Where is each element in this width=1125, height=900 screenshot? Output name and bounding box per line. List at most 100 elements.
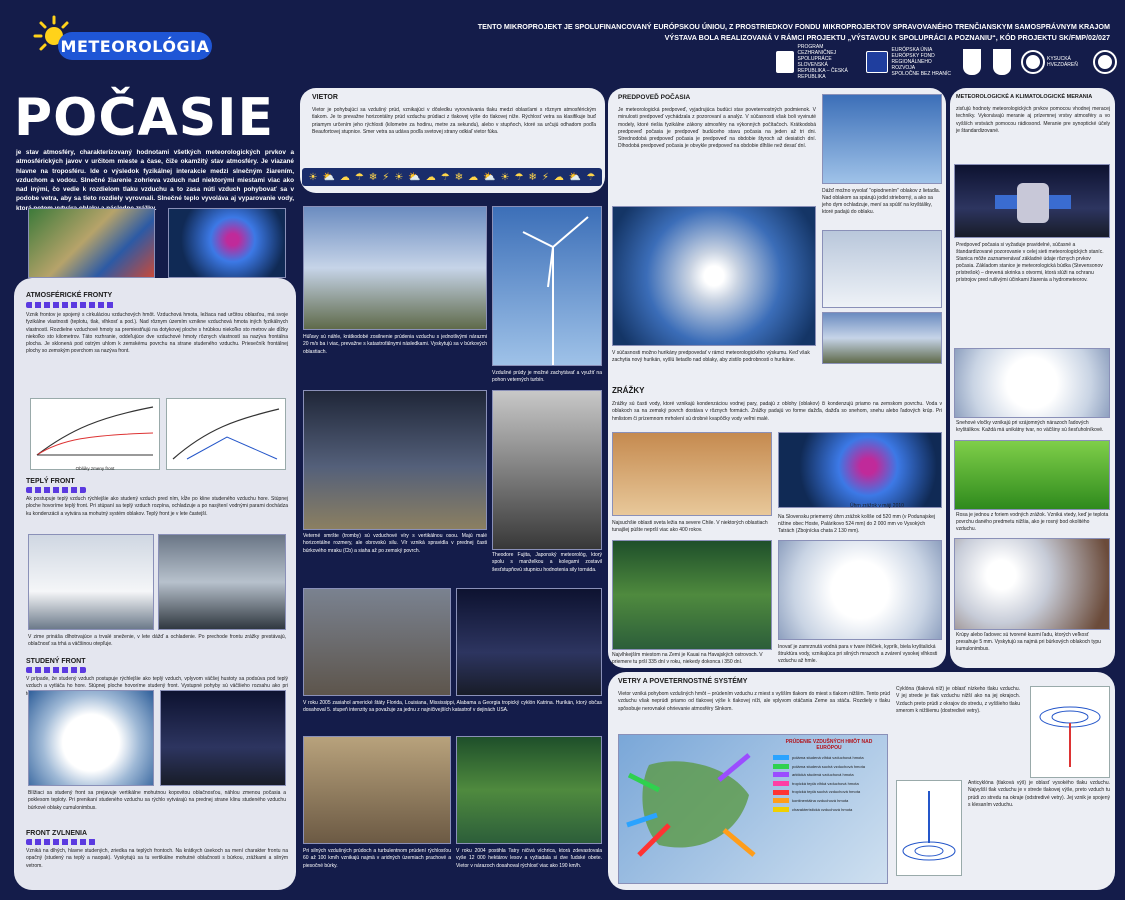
airplane-cloud-seeding-photo (822, 94, 942, 184)
legend-item: polárna studená vlhká vzduchová hmota (773, 755, 885, 761)
dust-caption-text: Pri silných vzdušných prúdoch a turbulen… (303, 848, 451, 869)
air-mass-map-title: PRÚDENIE VZDUŠNÝCH HMÔT NAD EURÓPOU (785, 739, 873, 751)
legend-arrow-icon (773, 772, 789, 778)
intro-text: je stav atmosféry, charakterizovaný hodn… (16, 149, 294, 212)
cyclone-section: Cyklóna (tlaková níž) je oblasť nízkeho … (896, 686, 1020, 715)
observatory-label: KYSUCKÁ HVEZDÁREŇ (1047, 56, 1078, 68)
legend-label: polárna studená vlhká vzduchová hmota (792, 755, 864, 760)
weather-satellite-photo (954, 164, 1110, 238)
crest-icon (993, 49, 1011, 75)
weather-icon: ☂ (440, 171, 450, 183)
occlusion-diagram (166, 398, 286, 470)
anticyclone-diagram (896, 780, 962, 876)
storm-cloud-photo (456, 588, 602, 696)
warm-front-section: TEPLÝ FRONT Ak postupuje teplý vzduch rý… (26, 478, 288, 518)
legend-arrow-icon (773, 798, 789, 804)
forecast-text: Je meteorologická predpoveď, vyjadrujúca… (618, 107, 816, 150)
hail-caption: Krúpy alebo ľadovec sú tvorené kusmi ľad… (956, 632, 1110, 653)
funding-line-2: VÝSTAVA BOLA REALIZOVANÁ V RÁMCI PROJEKT… (664, 33, 1110, 43)
cold-front-caption-text: Blížiaci sa studený front sa prejavuje v… (28, 790, 286, 811)
fujita-caption-text: Theodore Fujita, Japonský meteorológ, kt… (492, 552, 602, 573)
cumulonimbus-photo (28, 690, 154, 786)
weather-icon: ☂ (586, 171, 596, 183)
legend-arrow-icon (773, 806, 789, 812)
cold-front-caption: Blížiaci sa studený front sa prejavuje v… (28, 790, 286, 812)
forecast-section: PREDPOVEĎ POČASIA Je meteorologická pred… (618, 94, 816, 151)
partner-logos: PROGRAM CEZHRANIČNEJ SPOLUPRÁCE SLOVENSK… (740, 44, 1115, 80)
warm-front-text: Ak postupuje teplý vzduch rýchlejšie ako… (26, 496, 288, 517)
occlusion-heading: FRONT ZVLNENIA (26, 830, 88, 837)
cyclone-text: Cyklóna (tlaková níž) je oblasť nízkeho … (896, 686, 1020, 714)
snowflake-caption: Snehové vločky vznikajú pri vzájomných n… (956, 420, 1110, 434)
precipitation-section: ZRÁŽKY Zrážky sú časti vody, ktoré vznik… (612, 386, 942, 423)
europe-air-masses-map: PRÚDENIE VZDUŠNÝCH HMÔT NAD EURÓPOU polá… (618, 734, 888, 884)
occlusion-section: FRONT ZVLNENIA Vzniká na dlhých, hlavne … (26, 830, 288, 870)
snowflake-crystals-photo (954, 348, 1110, 418)
slovakia-rain-caption-text: Na Slovensku priemerný úhrn zrážok kolíš… (778, 514, 936, 534)
observatory-icon (1023, 52, 1043, 72)
hurricane-satellite-photo (612, 206, 816, 346)
precipitation-map-caption: Úhrn zrážok v máji 2010 (850, 503, 940, 510)
fronts-text: Vznik frontov je spojený s cirkuláciou v… (26, 312, 288, 355)
dew-caption: Rosa je jednou z foriem vodných zrážok. … (956, 512, 1110, 533)
legend-item: kontinentálna vzduchová hmota (773, 798, 885, 804)
weather-icon: ⚡ (541, 171, 549, 183)
heading-divider (26, 302, 116, 308)
anticyclone-text: Anticyklóna (tlaková výš) je oblasť vyso… (968, 780, 1110, 808)
station-caption-text: Predpoveď počasia si vyžaduje pravidelné… (956, 242, 1104, 283)
weather-icon: ☁ (468, 171, 479, 183)
tornado-caption: Veterné smršte (tromby) sú vzduchové vír… (303, 533, 487, 555)
wind-turbine-photo (492, 206, 602, 366)
precipitation-heading: ZRÁŽKY (612, 386, 645, 395)
weather-icon: ⚡ (382, 171, 390, 183)
weather-icon: ⛅ (408, 171, 421, 183)
cloud-seeding-caption: Dážď možno vyvolať "opiodnením" oblakov … (822, 188, 942, 216)
lightning-photo (160, 690, 286, 786)
dust-caption: Pri silných vzdušných prúdoch a turbulen… (303, 848, 451, 870)
squall-caption-text: Húľavy sú náhle, krátkodobé zosilnenie p… (303, 334, 487, 355)
weather-icon: ☀ (308, 171, 318, 183)
satellite-map-image (168, 208, 286, 278)
legend-label: tropická teplá suchá vzduchová hmota (792, 789, 861, 795)
funding-notice: TENTO MIKROPROJEKT JE SPOLUFINANCOVANÝ E… (430, 21, 1110, 43)
front-diagram-label: Oblúky zmeny front (75, 466, 115, 471)
systems-text: Vietor vzniká pohybom vzdušných hmôt – p… (618, 691, 890, 712)
legend-label: tropická teplá vlhká vzduchová hmota (792, 780, 859, 786)
measurements-text: zisťujú hodnoty meteorologických prvkov … (956, 106, 1110, 134)
weather-icon: ☁ (425, 171, 436, 183)
air-mass-legend-list: polárna studená vlhká vzduchová hmota po… (773, 755, 885, 812)
storm-sky-photo (303, 206, 487, 330)
precipitation-text: Zrážky sú časti vody, ktoré vznikajú kon… (612, 401, 942, 422)
cold-front-heading: STUDENÝ FRONT (26, 658, 86, 665)
page-title: POČASIE (14, 88, 275, 148)
precipitation-map (778, 432, 942, 508)
legend-item: arktická studená vzduchová hmota (773, 772, 885, 778)
dew-photo (954, 440, 1110, 510)
wind-text: Vietor je pohybujúci sa vzdušný prúd, vz… (312, 107, 596, 135)
site-logo: METEOROLÓGIA (58, 32, 212, 60)
systems-section: VETRY A POVETERNOSTNÉ SYSTÉMY Vietor vzn… (618, 678, 890, 713)
desert-caption: Najsuchšie oblasti sveta ležia na severe… (612, 520, 772, 534)
legend-arrow-icon (773, 755, 789, 761)
measurements-heading: METEOROLOGICKÉ A KLIMATOLOGICKÉ MERANIA (956, 94, 1093, 100)
heading-divider (26, 667, 86, 673)
fronts-section: ATMOSFÉRICKÉ FRONTY Vznik frontov je spo… (26, 292, 288, 356)
systems-heading: VETRY A POVETERNOSTNÉ SYSTÉMY (618, 678, 748, 685)
weather-icon: ⛅ (568, 171, 582, 183)
legend-arrow-icon (773, 789, 789, 795)
kauai-photo (612, 540, 772, 650)
kauai-caption: Najvlhkejším miestom na Zemi je Kauai na… (612, 652, 772, 666)
weather-icon: ☂ (354, 171, 364, 183)
legend-arrow-icon (773, 781, 789, 787)
hurricane-damage-photo (303, 588, 451, 696)
warm-front-heading: TEPLÝ FRONT (26, 478, 75, 485)
weather-icon: ⛅ (322, 171, 335, 183)
wind-heading: VIETOR (312, 94, 338, 101)
tatra-caption: V roku 2004 postihla Tatry ničivá víchri… (456, 848, 602, 870)
wind-section: VIETOR Vietor je pohybujúci sa vzdušný p… (312, 94, 596, 136)
legend-item: charakteristická vzduchová hmota (773, 807, 885, 813)
fronts-heading: ATMOSFÉRICKÉ FRONTY (26, 292, 113, 299)
katrina-caption-text: V roku 2005 zasiahol americké štáty Flor… (303, 700, 602, 714)
program-mark (775, 51, 794, 73)
tornado-photo (303, 390, 487, 530)
